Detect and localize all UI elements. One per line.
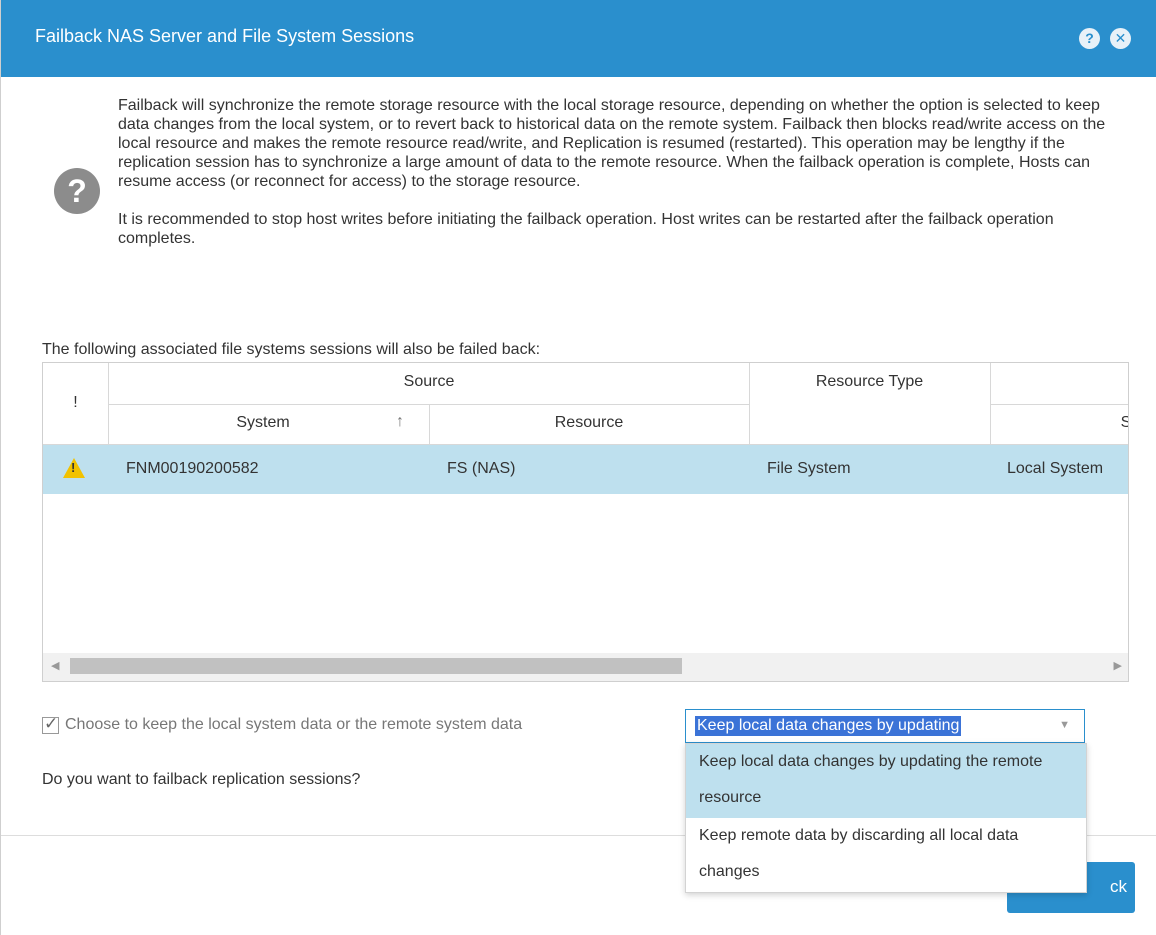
keep-data-dropdown-list: Keep local data changes by updating the … — [685, 743, 1087, 893]
associated-sessions-label: The following associated file systems se… — [42, 341, 541, 358]
row-system-cell: FNM00190200582 — [126, 460, 259, 477]
sessions-table: ! Source System ↑ Resource Resource Type… — [42, 362, 1129, 682]
truncated-column-header[interactable]: S — [1116, 414, 1128, 432]
keep-data-select[interactable]: Keep local data changes by updating ▼ — [685, 709, 1085, 743]
keep-data-checkbox[interactable]: ✓ — [42, 713, 59, 734]
description-paragraph-1: Failback will synchronize the remote sto… — [118, 97, 1106, 190]
dialog-title: Failback NAS Server and File System Sess… — [35, 26, 415, 46]
row-resource-type-cell: File System — [767, 460, 851, 477]
failback-dialog: Failback NAS Server and File System Sess… — [0, 0, 1156, 935]
keep-data-option[interactable]: ✓ Choose to keep the local system data o… — [42, 713, 522, 734]
dropdown-option-keep-local[interactable]: Keep local data changes by updating the … — [686, 744, 1086, 818]
alert-column-header[interactable]: ! — [43, 394, 108, 412]
source-group-header: Source — [403, 373, 455, 390]
help-icon[interactable]: ? — [1079, 28, 1100, 49]
chevron-down-icon[interactable]: ▼ — [1059, 719, 1070, 731]
description-paragraph-2: It is recommended to stop host writes be… — [118, 211, 1054, 247]
dialog-titlebar: Failback NAS Server and File System Sess… — [1, 0, 1156, 77]
scroll-right-icon[interactable]: ▶ — [1114, 659, 1122, 672]
row-destination-cell: Local System — [1007, 460, 1104, 477]
description: Failback will synchronize the remote sto… — [118, 96, 1128, 267]
warning-icon-mark: ! — [71, 460, 76, 475]
scroll-left-icon[interactable]: ◀ — [51, 659, 59, 672]
dropdown-option-keep-remote[interactable]: Keep remote data by discarding all local… — [686, 818, 1086, 892]
horizontal-scrollbar[interactable]: ◀ ▶ — [43, 653, 1128, 681]
resource-type-column-header[interactable]: Resource Type — [749, 373, 990, 391]
keep-data-checkbox-label[interactable]: Choose to keep the local system data or … — [65, 716, 522, 734]
system-column-header[interactable]: System — [108, 414, 418, 432]
confirmation-question: Do you want to failback replication sess… — [42, 771, 361, 788]
scrollbar-thumb[interactable] — [70, 658, 682, 674]
checkmark-icon: ✓ — [44, 713, 59, 733]
column-divider — [990, 363, 991, 445]
failback-button-label: ck — [1110, 877, 1127, 896]
question-icon: ? — [54, 168, 100, 214]
header-divider — [990, 404, 1128, 405]
sort-ascending-icon[interactable]: ↑ — [390, 413, 410, 431]
keep-data-select-value: Keep local data changes by updating — [695, 716, 962, 736]
close-icon[interactable]: ✕ — [1110, 28, 1131, 49]
resource-column-header[interactable]: Resource — [429, 414, 749, 432]
row-resource-cell: FS (NAS) — [447, 460, 516, 477]
